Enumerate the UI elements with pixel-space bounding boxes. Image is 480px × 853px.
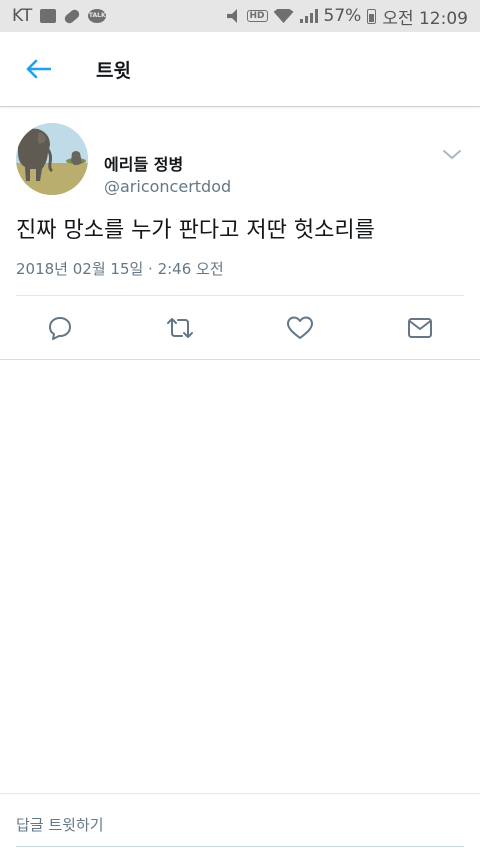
tweet-timestamp[interactable]: 2018년 02월 15일 · 2:46 오전 xyxy=(16,258,224,279)
carrier-label: KT xyxy=(12,6,33,26)
tweet-author: 에리들 정병 @ariconcertdod xyxy=(16,123,464,196)
message-button[interactable] xyxy=(360,296,480,360)
chevron-down-icon xyxy=(443,150,461,159)
envelope-icon xyxy=(408,318,432,338)
clock: 오전 12:09 xyxy=(382,8,468,29)
battery-icon xyxy=(367,8,377,24)
reply-input-underline xyxy=(16,846,464,847)
tweet-actions xyxy=(0,296,480,360)
wifi-icon xyxy=(273,9,294,23)
heart-icon xyxy=(287,316,313,339)
status-left: KT TALK xyxy=(12,6,107,26)
avatar[interactable] xyxy=(16,123,88,195)
author-handle[interactable]: @ariconcertdod xyxy=(104,177,231,196)
mute-icon xyxy=(226,9,237,23)
battery-percent: 57% xyxy=(323,6,362,26)
like-button[interactable] xyxy=(240,296,360,360)
reply-button[interactable] xyxy=(0,296,120,360)
tweet-text: 진짜 망소를 누가 판다고 저딴 헛소리를 xyxy=(16,218,375,243)
hd-icon: HD xyxy=(246,10,268,22)
page-title: 트윗 xyxy=(96,59,131,82)
reply-input[interactable]: 답글 트윗하기 xyxy=(16,814,104,835)
author-name[interactable]: 에리들 정병 xyxy=(104,151,183,175)
reply-icon xyxy=(49,317,71,340)
status-right: HD 57% 오전 12:09 xyxy=(226,4,468,29)
kakaotalk-icon: TALK xyxy=(88,9,107,23)
top-app-bar: 트윗 xyxy=(0,32,480,107)
image-icon xyxy=(40,9,57,23)
pill-icon xyxy=(63,7,82,25)
reply-bar: 답글 트윗하기 xyxy=(0,793,480,853)
back-button[interactable] xyxy=(0,32,76,107)
retweet-button[interactable] xyxy=(120,296,240,360)
section-divider xyxy=(0,359,480,360)
retweet-icon xyxy=(167,318,193,338)
back-arrow-icon xyxy=(26,59,51,79)
status-bar: KT TALK HD 57% 오전 12:09 xyxy=(0,0,480,32)
tweet-menu-button[interactable] xyxy=(440,147,464,163)
signal-icon xyxy=(299,9,318,23)
elephant-photo xyxy=(16,123,88,195)
